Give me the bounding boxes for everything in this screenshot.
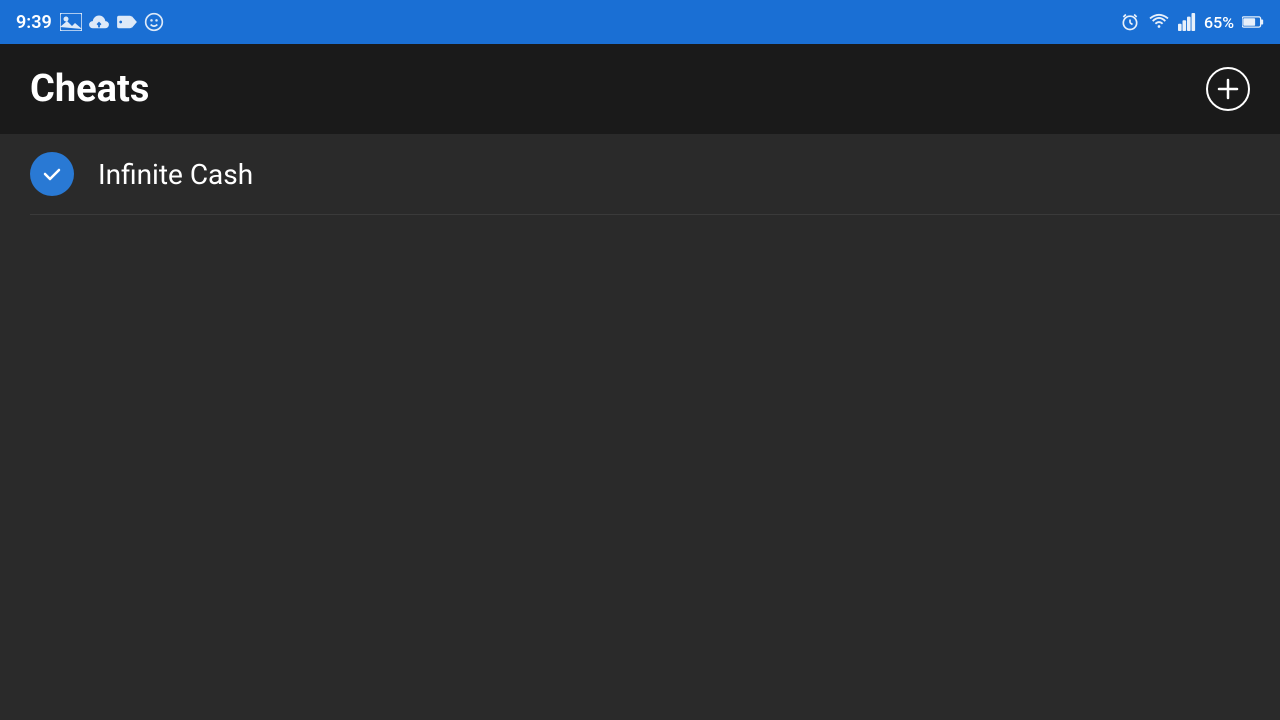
battery-icon bbox=[1242, 15, 1264, 29]
signal-icon bbox=[1178, 13, 1196, 31]
add-icon bbox=[1214, 75, 1242, 103]
status-bar-right: 65% bbox=[1120, 12, 1264, 32]
status-icons bbox=[60, 12, 164, 32]
add-cheat-button[interactable] bbox=[1206, 67, 1250, 111]
image-icon bbox=[60, 13, 82, 31]
checkmark-icon bbox=[40, 162, 64, 186]
label-icon bbox=[116, 13, 138, 31]
status-time: 9:39 bbox=[16, 12, 52, 33]
app-header: Cheats bbox=[0, 44, 1280, 134]
battery-text: 65% bbox=[1204, 13, 1234, 32]
wifi-icon bbox=[1148, 13, 1170, 31]
face-icon bbox=[144, 12, 164, 32]
cheat-label: Infinite Cash bbox=[98, 158, 253, 191]
cloud-icon bbox=[88, 13, 110, 31]
check-circle-icon bbox=[30, 152, 74, 196]
status-bar: 9:39 bbox=[0, 0, 1280, 44]
status-bar-left: 9:39 bbox=[16, 12, 164, 33]
content-area: Infinite Cash bbox=[0, 134, 1280, 215]
page-title: Cheats bbox=[30, 67, 149, 111]
list-divider bbox=[30, 214, 1280, 215]
alarm-icon bbox=[1120, 12, 1140, 32]
list-item[interactable]: Infinite Cash bbox=[0, 134, 1280, 214]
